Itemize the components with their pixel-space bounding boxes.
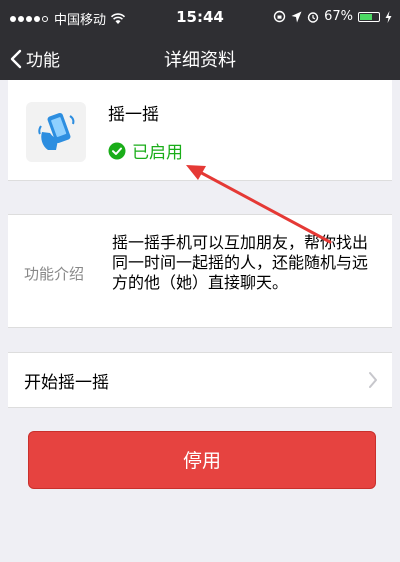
intro-card: 功能介绍 摇一摇手机可以互加朋友，帮你找出同一时间一起摇的人，还能随机与远方的他… xyxy=(8,214,392,328)
start-shake-label: 开始摇一摇 xyxy=(24,373,109,393)
chevron-right-icon xyxy=(369,372,377,388)
intro-text: 摇一摇手机可以互加朋友，帮你找出同一时间一起摇的人，还能随机与远方的他（她）直接… xyxy=(112,233,369,292)
status-right: 67% xyxy=(273,9,392,24)
shake-phone-icon xyxy=(26,102,86,162)
app-detail-card: 摇一摇 已启用 xyxy=(8,80,392,181)
page-title: 详细资料 xyxy=(164,50,236,71)
alarm-icon xyxy=(307,11,319,23)
location-icon xyxy=(291,11,302,22)
app-name: 摇一摇 xyxy=(108,105,159,125)
nav-bar: 功能 详细资料 xyxy=(0,36,400,80)
intro-label: 功能介绍 xyxy=(24,265,85,283)
status-bar: 中国移动 15:44 67% xyxy=(0,0,400,36)
start-shake-row[interactable]: 开始摇一摇 xyxy=(8,352,392,408)
check-circle-icon xyxy=(108,142,126,159)
charging-icon xyxy=(385,10,392,23)
disable-button[interactable]: 停用 xyxy=(28,431,376,489)
status-text: 已启用 xyxy=(132,143,183,163)
battery-percent: 67% xyxy=(324,9,353,24)
battery-icon xyxy=(358,11,380,22)
status-row: 已启用 xyxy=(108,138,183,163)
rotation-lock-icon xyxy=(273,10,286,23)
